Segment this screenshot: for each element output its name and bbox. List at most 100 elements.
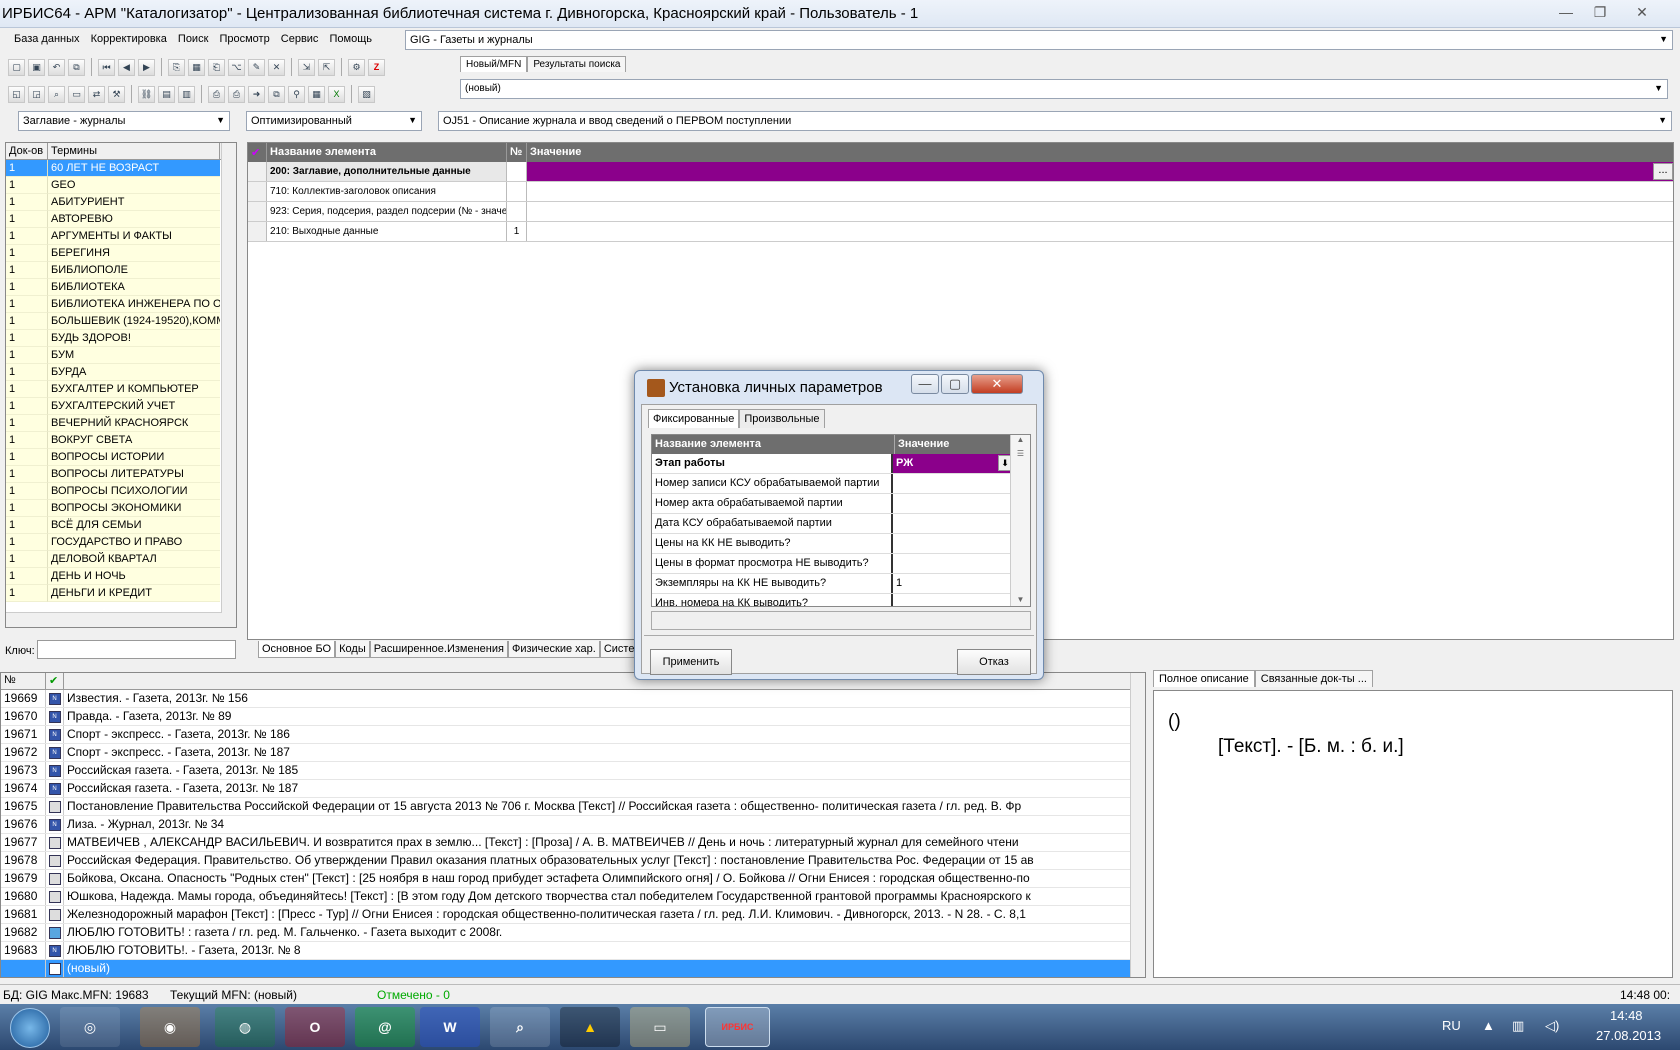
print-list-icon[interactable]: ⎙	[228, 85, 245, 103]
clock-time[interactable]: 14:48	[1610, 1008, 1643, 1023]
record-row[interactable]: 19669 N Известия. - Газета, 2013г. № 156	[1, 690, 1145, 708]
dialog-maximize-button[interactable]: ▢	[941, 374, 969, 394]
new-record-icon[interactable]: ▢	[8, 58, 25, 76]
tab-main-bo[interactable]: Основное БО	[258, 641, 336, 658]
language-indicator[interactable]: RU	[1442, 1018, 1461, 1033]
dictionary-row[interactable]: 1 БУДЬ ЗДОРОВ!	[6, 330, 236, 347]
dictionary-combo[interactable]: Заглавие - журналы ▼	[18, 111, 230, 131]
setting-value[interactable]	[893, 534, 1012, 553]
record-select[interactable]: (новый) ▼	[460, 79, 1668, 99]
record-row[interactable]: 19681 Железнодорожный марафон [Текст] : […	[1, 906, 1145, 924]
copy-icon[interactable]: ⧉	[68, 58, 85, 76]
tab-linked-docs[interactable]: Связанные док-ты ...	[1254, 670, 1373, 687]
apply-button[interactable]: Применить	[650, 649, 732, 675]
network-icon[interactable]: ▥	[1512, 1018, 1524, 1034]
column-header-mark[interactable]: ✔	[46, 673, 64, 689]
folder-icon[interactable]: ▤	[158, 85, 175, 103]
column-header-mfn[interactable]: №	[1, 673, 46, 689]
record-row[interactable]: 19673 N Российская газета. - Газета, 2013г…	[1, 762, 1145, 780]
field-value-input[interactable]	[527, 202, 1673, 221]
key-input[interactable]	[37, 640, 236, 659]
report-icon[interactable]: ▧	[358, 85, 375, 103]
dictionary-row[interactable]: 1 ВОПРОСЫ ЭКОНОМИКИ	[6, 500, 236, 517]
worksheet-row[interactable]: 210: Выходные данные 1	[248, 222, 1673, 242]
dictionary-scrollbar[interactable]	[221, 143, 236, 627]
steam-app-icon[interactable]: ◎	[60, 1007, 120, 1047]
tree-icon[interactable]: ⌥	[228, 58, 245, 76]
chevron-up-icon[interactable]: ▲	[1482, 1018, 1495, 1033]
first-record-icon[interactable]: ⏮	[98, 58, 115, 76]
pages-icon[interactable]: ⧉	[268, 85, 285, 103]
dictionary-row[interactable]: 1 БИБЛИОПОЛЕ	[6, 262, 236, 279]
ellipsis-button[interactable]: ...	[1653, 163, 1673, 180]
table-icon[interactable]: ▦	[308, 85, 325, 103]
mode-combo[interactable]: Оптимизированный ▼	[246, 111, 422, 131]
volume-icon[interactable]: ◁)	[1545, 1018, 1559, 1034]
record-row[interactable]: 19677 МАТВЕИЧЕВ , АЛЕКСАНДР ВАСИЛЬЕВИЧ. И…	[1, 834, 1145, 852]
opera-app-icon[interactable]: O	[285, 1007, 345, 1047]
dictionary-row[interactable]: 1 ВОПРОСЫ ПСИХОЛОГИИ	[6, 483, 236, 500]
settings-row[interactable]: Цены на КК НЕ выводить?	[652, 534, 1030, 554]
dictionary-row[interactable]: 1 БУМ	[6, 347, 236, 364]
settings-row[interactable]: Номер записи КСУ обрабатываемой партии	[652, 474, 1030, 494]
dictionary-row[interactable]: 1 ВЕЧЕРНИЙ КРАСНОЯРСК	[6, 415, 236, 432]
worksheet-combo[interactable]: OJ51 - Описание журнала и ввод сведений …	[438, 111, 1672, 131]
worksheet-row[interactable]: 710: Коллектив-заголовок описания	[248, 182, 1673, 202]
record-row[interactable]: 19675 Постановление Правительства Российс…	[1, 798, 1145, 816]
dictionary-row[interactable]: 1 60 ЛЕТ НЕ ВОЗРАСТ	[6, 160, 236, 177]
settings-row[interactable]: Этап работы РЖ ⬇	[652, 454, 1030, 474]
chrome-app-icon[interactable]: ◍	[215, 1007, 275, 1047]
column-header-count[interactable]: Док-ов	[6, 143, 48, 159]
dictionary-row[interactable]: 1 ВОПРОСЫ ИСТОРИИ	[6, 449, 236, 466]
tab-fixed[interactable]: Фиксированные	[648, 409, 740, 428]
comment-add-icon[interactable]: ◲	[28, 85, 45, 103]
dictionary-row[interactable]: 1 ВОКРУГ СВЕТА	[6, 432, 236, 449]
record-row[interactable]: 19682 ЛЮБЛЮ ГОТОВИТЬ! : газета / гл. ред.…	[1, 924, 1145, 942]
menu-help[interactable]: Помощь	[326, 28, 377, 45]
setting-value[interactable]: РЖ ⬇	[893, 454, 1012, 473]
export-icon[interactable]: ⇱	[318, 58, 335, 76]
tab-full-description[interactable]: Полное описание	[1153, 670, 1255, 687]
settings-row[interactable]: Номер акта обрабатываемой партии	[652, 494, 1030, 514]
settings-icon[interactable]: ⚙	[348, 58, 365, 76]
dictionary-row[interactable]: 1БОЛЬШЕВИК (1924-19520),КОММУНИСТ	[6, 313, 236, 330]
tab-custom[interactable]: Произвольные	[739, 409, 825, 428]
dictionary-hscrollbar[interactable]	[6, 612, 222, 627]
edit-icon[interactable]: ✎	[248, 58, 265, 76]
field-value-input[interactable]	[527, 182, 1673, 201]
column-header-terms[interactable]: Термины	[48, 143, 220, 159]
dictionary-row[interactable]: 1 ДЕНЬГИ И КРЕДИТ	[6, 585, 236, 602]
excel-icon[interactable]: X	[328, 85, 345, 103]
print-icon[interactable]: ⎙	[208, 85, 225, 103]
next-record-icon[interactable]: ▶	[138, 58, 155, 76]
settings-row[interactable]: Инв. номера на КК выводить?	[652, 594, 1030, 606]
worksheet-row[interactable]: 923: Серия, подсерия, раздел подсерии (№…	[248, 202, 1673, 222]
record-row[interactable]: 19672 N Спорт - экспресс. - Газета, 2013г.…	[1, 744, 1145, 762]
setting-value[interactable]	[893, 594, 1012, 606]
dictionary-row[interactable]: 1 БУРДА	[6, 364, 236, 381]
field-value-input[interactable]	[527, 222, 1673, 241]
dictionary-row[interactable]: 1 ДЕЛОВОЙ КВАРТАЛ	[6, 551, 236, 568]
maximize-button[interactable]: ❐	[1586, 2, 1614, 22]
grid-icon[interactable]: ▦	[188, 58, 205, 76]
dictionary-row[interactable]: 1 АРГУМЕНТЫ И ФАКТЫ	[6, 228, 236, 245]
clock-date[interactable]: 27.08.2013	[1596, 1028, 1661, 1043]
menu-search[interactable]: Поиск	[174, 28, 212, 45]
undo-icon[interactable]: ↶	[48, 58, 65, 76]
dictionary-row[interactable]: 1 БИБЛИОТЕКА	[6, 279, 236, 296]
record-list-scrollbar[interactable]	[1130, 673, 1145, 977]
settings-row[interactable]: Экземпляры на КК НЕ выводить? 1	[652, 574, 1030, 594]
duplicate-icon[interactable]: ⎘	[168, 58, 185, 76]
link-icon[interactable]: ⛓	[138, 85, 155, 103]
close-button[interactable]: ✕	[1628, 2, 1656, 22]
menu-service[interactable]: Сервис	[277, 28, 323, 45]
record-row[interactable]: 19678 Российская Федерация. Правительство…	[1, 852, 1145, 870]
go-icon[interactable]: ➜	[248, 85, 265, 103]
minimize-button[interactable]: —	[1552, 2, 1580, 22]
record-row[interactable]: 19670 N Правда. - Газета, 2013г. № 89	[1, 708, 1145, 726]
package-icon[interactable]: ▥	[178, 85, 195, 103]
menu-correction[interactable]: Корректировка	[87, 28, 171, 45]
tools-icon[interactable]: ⚒	[108, 85, 125, 103]
mail-agent-app-icon[interactable]: @	[355, 1007, 415, 1047]
save-icon[interactable]: ▣	[28, 58, 45, 76]
